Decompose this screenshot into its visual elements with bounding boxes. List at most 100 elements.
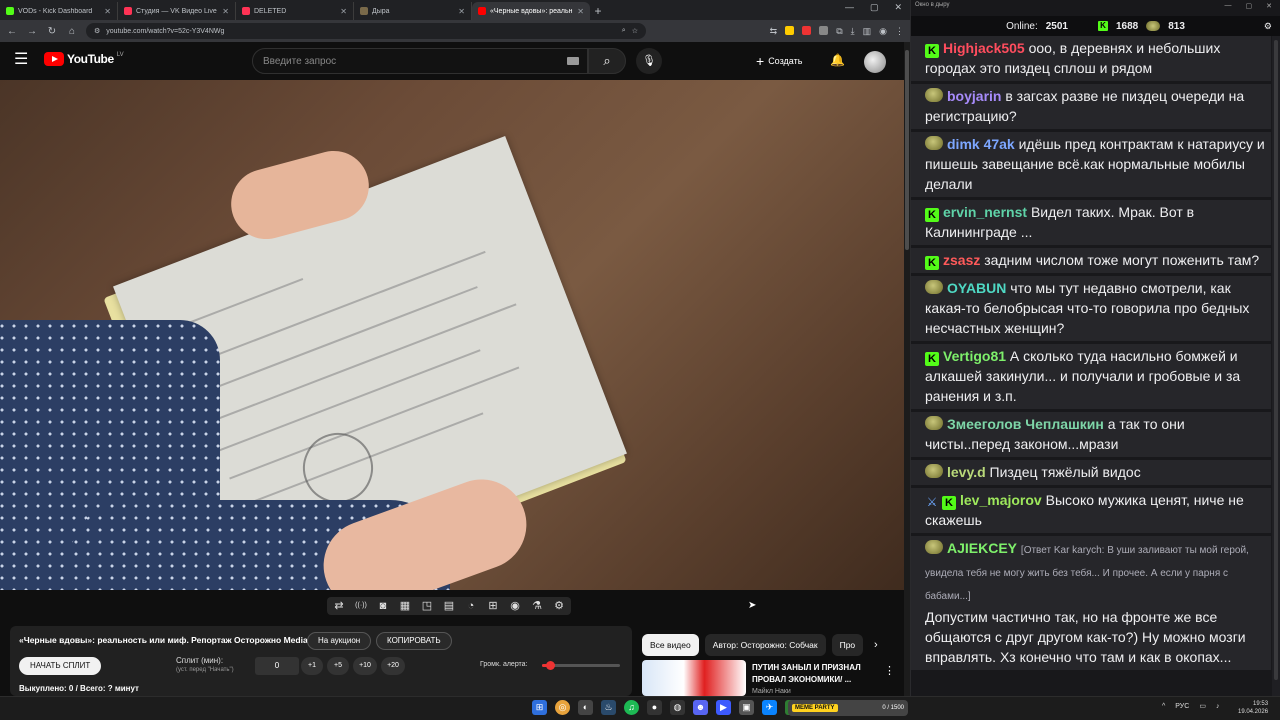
search-input[interactable]: Введите запрос bbox=[252, 48, 588, 74]
language-indicator[interactable]: РУС bbox=[1175, 703, 1189, 710]
maximize-icon[interactable]: ▢ bbox=[870, 2, 879, 13]
recommendation-channel[interactable]: Майкл Наки bbox=[752, 688, 791, 695]
download-icon[interactable]: ⤓ bbox=[851, 26, 855, 37]
loop-icon[interactable]: ⇄ bbox=[331, 599, 347, 613]
more-options-icon[interactable]: ⋮ bbox=[884, 664, 895, 677]
browser-tab[interactable]: Дыра ✕ bbox=[354, 2, 472, 20]
scrollbar-thumb[interactable] bbox=[905, 50, 909, 250]
volume-icon[interactable]: ♪ bbox=[1216, 703, 1220, 710]
tab-close-icon[interactable]: ✕ bbox=[458, 7, 465, 16]
new-tab-button[interactable]: + bbox=[590, 2, 606, 20]
filter-chip[interactable]: Про bbox=[831, 634, 864, 656]
network-icon[interactable]: ▭ bbox=[1199, 702, 1206, 710]
tab-close-icon[interactable]: ✕ bbox=[104, 7, 111, 16]
alert-volume-slider[interactable] bbox=[542, 661, 620, 670]
copy-button[interactable]: КОПИРОВАТЬ bbox=[376, 632, 452, 650]
reload-icon[interactable]: ↻ bbox=[46, 26, 58, 37]
chevron-right-icon[interactable]: › bbox=[874, 639, 878, 651]
obs-icon[interactable]: ● bbox=[647, 700, 662, 715]
star-icon[interactable]: ☆ bbox=[632, 27, 638, 35]
broadcast-icon[interactable]: ((·)) bbox=[353, 599, 369, 613]
menu-icon[interactable]: ⋮ bbox=[895, 26, 904, 37]
profile-icon[interactable]: ◉ bbox=[879, 26, 887, 37]
minimize-icon[interactable]: — bbox=[845, 2, 854, 13]
chat-username[interactable]: zsasz bbox=[943, 252, 980, 268]
split-increment-button[interactable]: +20 bbox=[381, 657, 405, 675]
extension-icon[interactable] bbox=[785, 25, 795, 35]
film-icon[interactable]: ▦ bbox=[397, 599, 413, 613]
steam-icon[interactable]: ♨ bbox=[601, 700, 616, 715]
browser-tab[interactable]: «Черные вдовы»: реальн ✕ bbox=[472, 2, 590, 20]
site-info-icon[interactable]: ⚙ bbox=[94, 27, 100, 35]
search-button[interactable]: ⌕ bbox=[588, 48, 626, 74]
camera-icon[interactable]: ◉ bbox=[507, 599, 523, 613]
caption-icon[interactable]: ⊞ bbox=[485, 599, 501, 613]
recommendation-title[interactable]: ПУТИН ЗАНЫЛ И ПРИЗНАЛ ПРОВАЛ ЭКОНОМИКИ/ … bbox=[752, 662, 882, 686]
browser-icon[interactable]: ◐ bbox=[578, 700, 593, 715]
split-increment-button[interactable]: +1 bbox=[301, 657, 323, 675]
notifications-bell-icon[interactable]: 🔔 bbox=[830, 53, 845, 67]
chat-username[interactable]: ervin_nernst bbox=[943, 204, 1027, 220]
create-button[interactable]: + Создать bbox=[756, 51, 802, 71]
settings-gear-icon[interactable]: ⚙ bbox=[1264, 21, 1272, 32]
home-icon[interactable]: ⌂ bbox=[66, 26, 78, 37]
url-field[interactable]: ⚙ youtube.com/watch?v=52c-Y3V4NWg ⌕ ☆ bbox=[86, 23, 646, 39]
tab-close-icon[interactable]: ✕ bbox=[340, 7, 347, 16]
split-increment-button[interactable]: +5 bbox=[327, 657, 349, 675]
hamburger-menu-icon[interactable]: ☰ bbox=[14, 52, 28, 68]
auction-button[interactable]: На аукцион bbox=[307, 632, 372, 650]
tab-close-icon[interactable]: ✕ bbox=[222, 7, 229, 16]
window-icon[interactable]: ▤ bbox=[441, 599, 457, 613]
minimize-icon[interactable]: — bbox=[1225, 2, 1232, 10]
youtube-logo[interactable]: YouTube LV bbox=[44, 52, 124, 66]
flask-icon[interactable]: ⚗ bbox=[529, 599, 545, 613]
chat-username[interactable]: boyjarin bbox=[947, 88, 1001, 104]
maximize-icon[interactable]: ▢ bbox=[1246, 2, 1253, 10]
spotify-icon[interactable]: ♫ bbox=[624, 700, 639, 715]
chat-username[interactable]: OYABUN bbox=[947, 280, 1006, 296]
chat-username[interactable]: Highjack505 bbox=[943, 40, 1025, 56]
browser-tab[interactable]: Студия — VK Видео Live ✕ bbox=[118, 2, 236, 20]
extension-icon[interactable] bbox=[819, 25, 829, 35]
video-player[interactable] bbox=[0, 80, 904, 590]
filter-chip[interactable]: Все видео bbox=[642, 634, 699, 656]
meme-party-widget[interactable]: MEME PARTY 0 / 1500 bbox=[788, 700, 908, 716]
media-player-icon[interactable]: ▶ bbox=[716, 700, 731, 715]
chat-username[interactable]: Змееголов Чеплашкин bbox=[947, 416, 1104, 432]
chat-username[interactable]: lev_majorov bbox=[960, 492, 1042, 508]
sidebar-icon[interactable]: ▥ bbox=[863, 26, 872, 37]
split-minutes-input[interactable]: 0 bbox=[255, 657, 299, 675]
gear-icon[interactable]: ⚙ bbox=[551, 599, 567, 613]
tab-close-icon[interactable]: ✕ bbox=[577, 7, 584, 16]
chrome-icon[interactable]: ◎ bbox=[555, 700, 570, 715]
chat-username[interactable]: levy.d bbox=[947, 464, 986, 480]
chat-username[interactable]: Vertigo81 bbox=[943, 348, 1006, 364]
clock[interactable]: 19:53 19.04.2026 bbox=[1238, 700, 1268, 716]
browser-tab[interactable]: DELETED ✕ bbox=[236, 2, 354, 20]
forward-icon[interactable]: → bbox=[26, 26, 38, 37]
chat-username[interactable]: dimk 47ak bbox=[947, 136, 1015, 152]
zoom-icon[interactable]: ⌕ bbox=[622, 27, 626, 35]
speed-icon[interactable]: ◔ bbox=[463, 599, 479, 613]
puzzle-icon[interactable]: ⧉ bbox=[836, 26, 842, 37]
keyboard-icon[interactable] bbox=[567, 57, 579, 65]
chat-scrollbar[interactable] bbox=[1272, 36, 1280, 696]
scrollbar-thumb[interactable] bbox=[1274, 40, 1278, 680]
recommendation-thumbnail[interactable] bbox=[642, 660, 746, 696]
translate-icon[interactable]: ⇆ bbox=[770, 26, 778, 37]
eye-screen-icon[interactable]: ◙ bbox=[375, 599, 391, 613]
extension-icon[interactable] bbox=[802, 25, 812, 35]
back-icon[interactable]: ← bbox=[6, 26, 18, 37]
close-icon[interactable]: ✕ bbox=[894, 2, 902, 13]
start-split-button[interactable]: НАЧАТЬ СПЛИТ bbox=[19, 657, 102, 675]
tray-chevron-icon[interactable]: ^ bbox=[1162, 703, 1165, 710]
chat-username[interactable]: AJIEKCEY bbox=[947, 540, 1017, 556]
close-icon[interactable]: ✕ bbox=[1266, 2, 1272, 10]
browser-tab[interactable]: VODs - Kick Dashboard ✕ bbox=[0, 2, 118, 20]
pip-icon[interactable]: ◳ bbox=[419, 599, 435, 613]
microphone-icon[interactable]: 🎙 bbox=[636, 48, 662, 74]
app-icon[interactable]: ▣ bbox=[739, 700, 754, 715]
slider-knob[interactable] bbox=[545, 661, 555, 670]
telegram-icon[interactable]: ✈ bbox=[762, 700, 777, 715]
avatar[interactable] bbox=[864, 51, 886, 73]
